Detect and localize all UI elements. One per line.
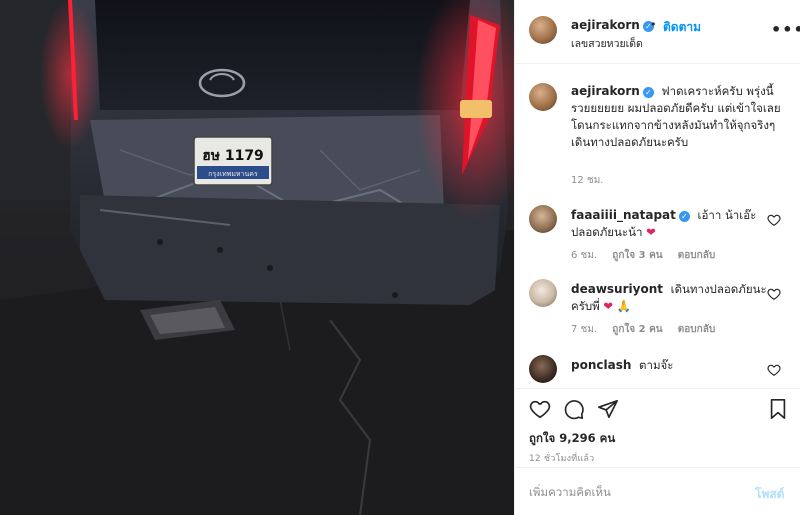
red-heart-emoji: ❤	[646, 225, 656, 239]
post-timestamp: 12 ชั่วโมงที่แล้ว	[529, 454, 595, 464]
post-panel: aejirakorn✓ • ติดตาม เลขสวยหวยเด็ด ••• a…	[514, 0, 800, 515]
car-crash-image: ฮษ 1179 กรุงเทพมหานคร	[0, 0, 514, 515]
comment-avatar[interactable]	[529, 279, 557, 307]
comment-username[interactable]: faaaiiii_natapat ✓	[571, 208, 690, 222]
comment-username[interactable]: deawsuriyont	[571, 282, 663, 296]
bookmark-icon[interactable]	[767, 398, 789, 420]
author-username[interactable]: aejirakorn ✓	[571, 18, 654, 32]
comment-likes[interactable]: ถูกใจ 3 คน	[612, 250, 662, 261]
plate-number: ฮษ 1179	[202, 148, 264, 164]
comment-time: 6 ชม.	[571, 250, 598, 261]
like-comment-heart-icon[interactable]	[767, 213, 781, 227]
comment-username[interactable]: ponclash	[571, 358, 631, 372]
comment-composer: โพสต์	[515, 467, 800, 515]
comment-body: ponclash ตามจ๊ะ	[571, 357, 767, 374]
caption-avatar[interactable]	[529, 83, 557, 111]
reply-button[interactable]: ตอบกลับ	[678, 324, 715, 335]
caption: aejirakorn ✓ ฟาดเคราะห์ครับ พรุ่งนี้รวยยย…	[571, 83, 781, 151]
like-comment-heart-icon[interactable]	[767, 287, 781, 301]
comment-body: deawsuriyont เดินทางปลอดภัยนะครับพี่ ❤ 🙏	[571, 281, 767, 315]
post-comment-button[interactable]: โพสต์	[755, 485, 784, 504]
heart-pray-emoji: ❤ 🙏	[603, 299, 632, 313]
comment-meta: 7 ชม. ถูกใจ 2 คน ตอบกลับ	[571, 322, 727, 337]
follow-button[interactable]: ติดตาม	[663, 18, 701, 37]
comment-input[interactable]	[529, 483, 739, 501]
share-icon[interactable]	[597, 398, 619, 420]
comment-body: faaaiiii_natapat ✓ เอ้าา น้าเอ๊ะ ปลอดภัยน…	[571, 207, 767, 241]
caption-username[interactable]: aejirakorn ✓	[571, 84, 654, 98]
comment-time: 7 ชม.	[571, 324, 598, 335]
comment-meta: 6 ชม. ถูกใจ 3 คน ตอบกลับ	[571, 248, 727, 263]
caption-time: 12 ชม.	[571, 175, 604, 186]
comment-text: ตามจ๊ะ	[639, 358, 674, 372]
author-subtitle: เลขสวยหวยเด็ด	[571, 38, 643, 50]
likes-count[interactable]: ถูกใจ 9,296 คน	[529, 430, 615, 448]
comment-likes[interactable]: ถูกใจ 2 คน	[612, 324, 662, 335]
post-header: aejirakorn✓ • ติดตาม เลขสวยหวยเด็ด •••	[515, 0, 800, 64]
verified-badge-icon: ✓	[678, 211, 690, 222]
author-avatar[interactable]	[529, 16, 557, 44]
separator-dot: •	[650, 18, 657, 31]
like-comment-heart-icon[interactable]	[767, 363, 781, 377]
post-photo[interactable]: ฮษ 1179 กรุงเทพมหานคร	[0, 0, 514, 515]
more-options-icon[interactable]: •••	[771, 20, 800, 39]
comment-avatar[interactable]	[529, 355, 557, 383]
plate-province: กรุงเทพมหานคร	[208, 170, 258, 178]
verified-badge-icon: ✓	[642, 87, 654, 98]
comment-icon[interactable]	[563, 398, 585, 420]
reply-button[interactable]: ตอบกลับ	[678, 250, 715, 261]
comment-avatar[interactable]	[529, 205, 557, 233]
comments-section: aejirakorn ✓ ฟาดเคราะห์ครับ พรุ่งนี้รวยยย…	[515, 65, 800, 388]
heart-icon[interactable]	[529, 398, 551, 420]
